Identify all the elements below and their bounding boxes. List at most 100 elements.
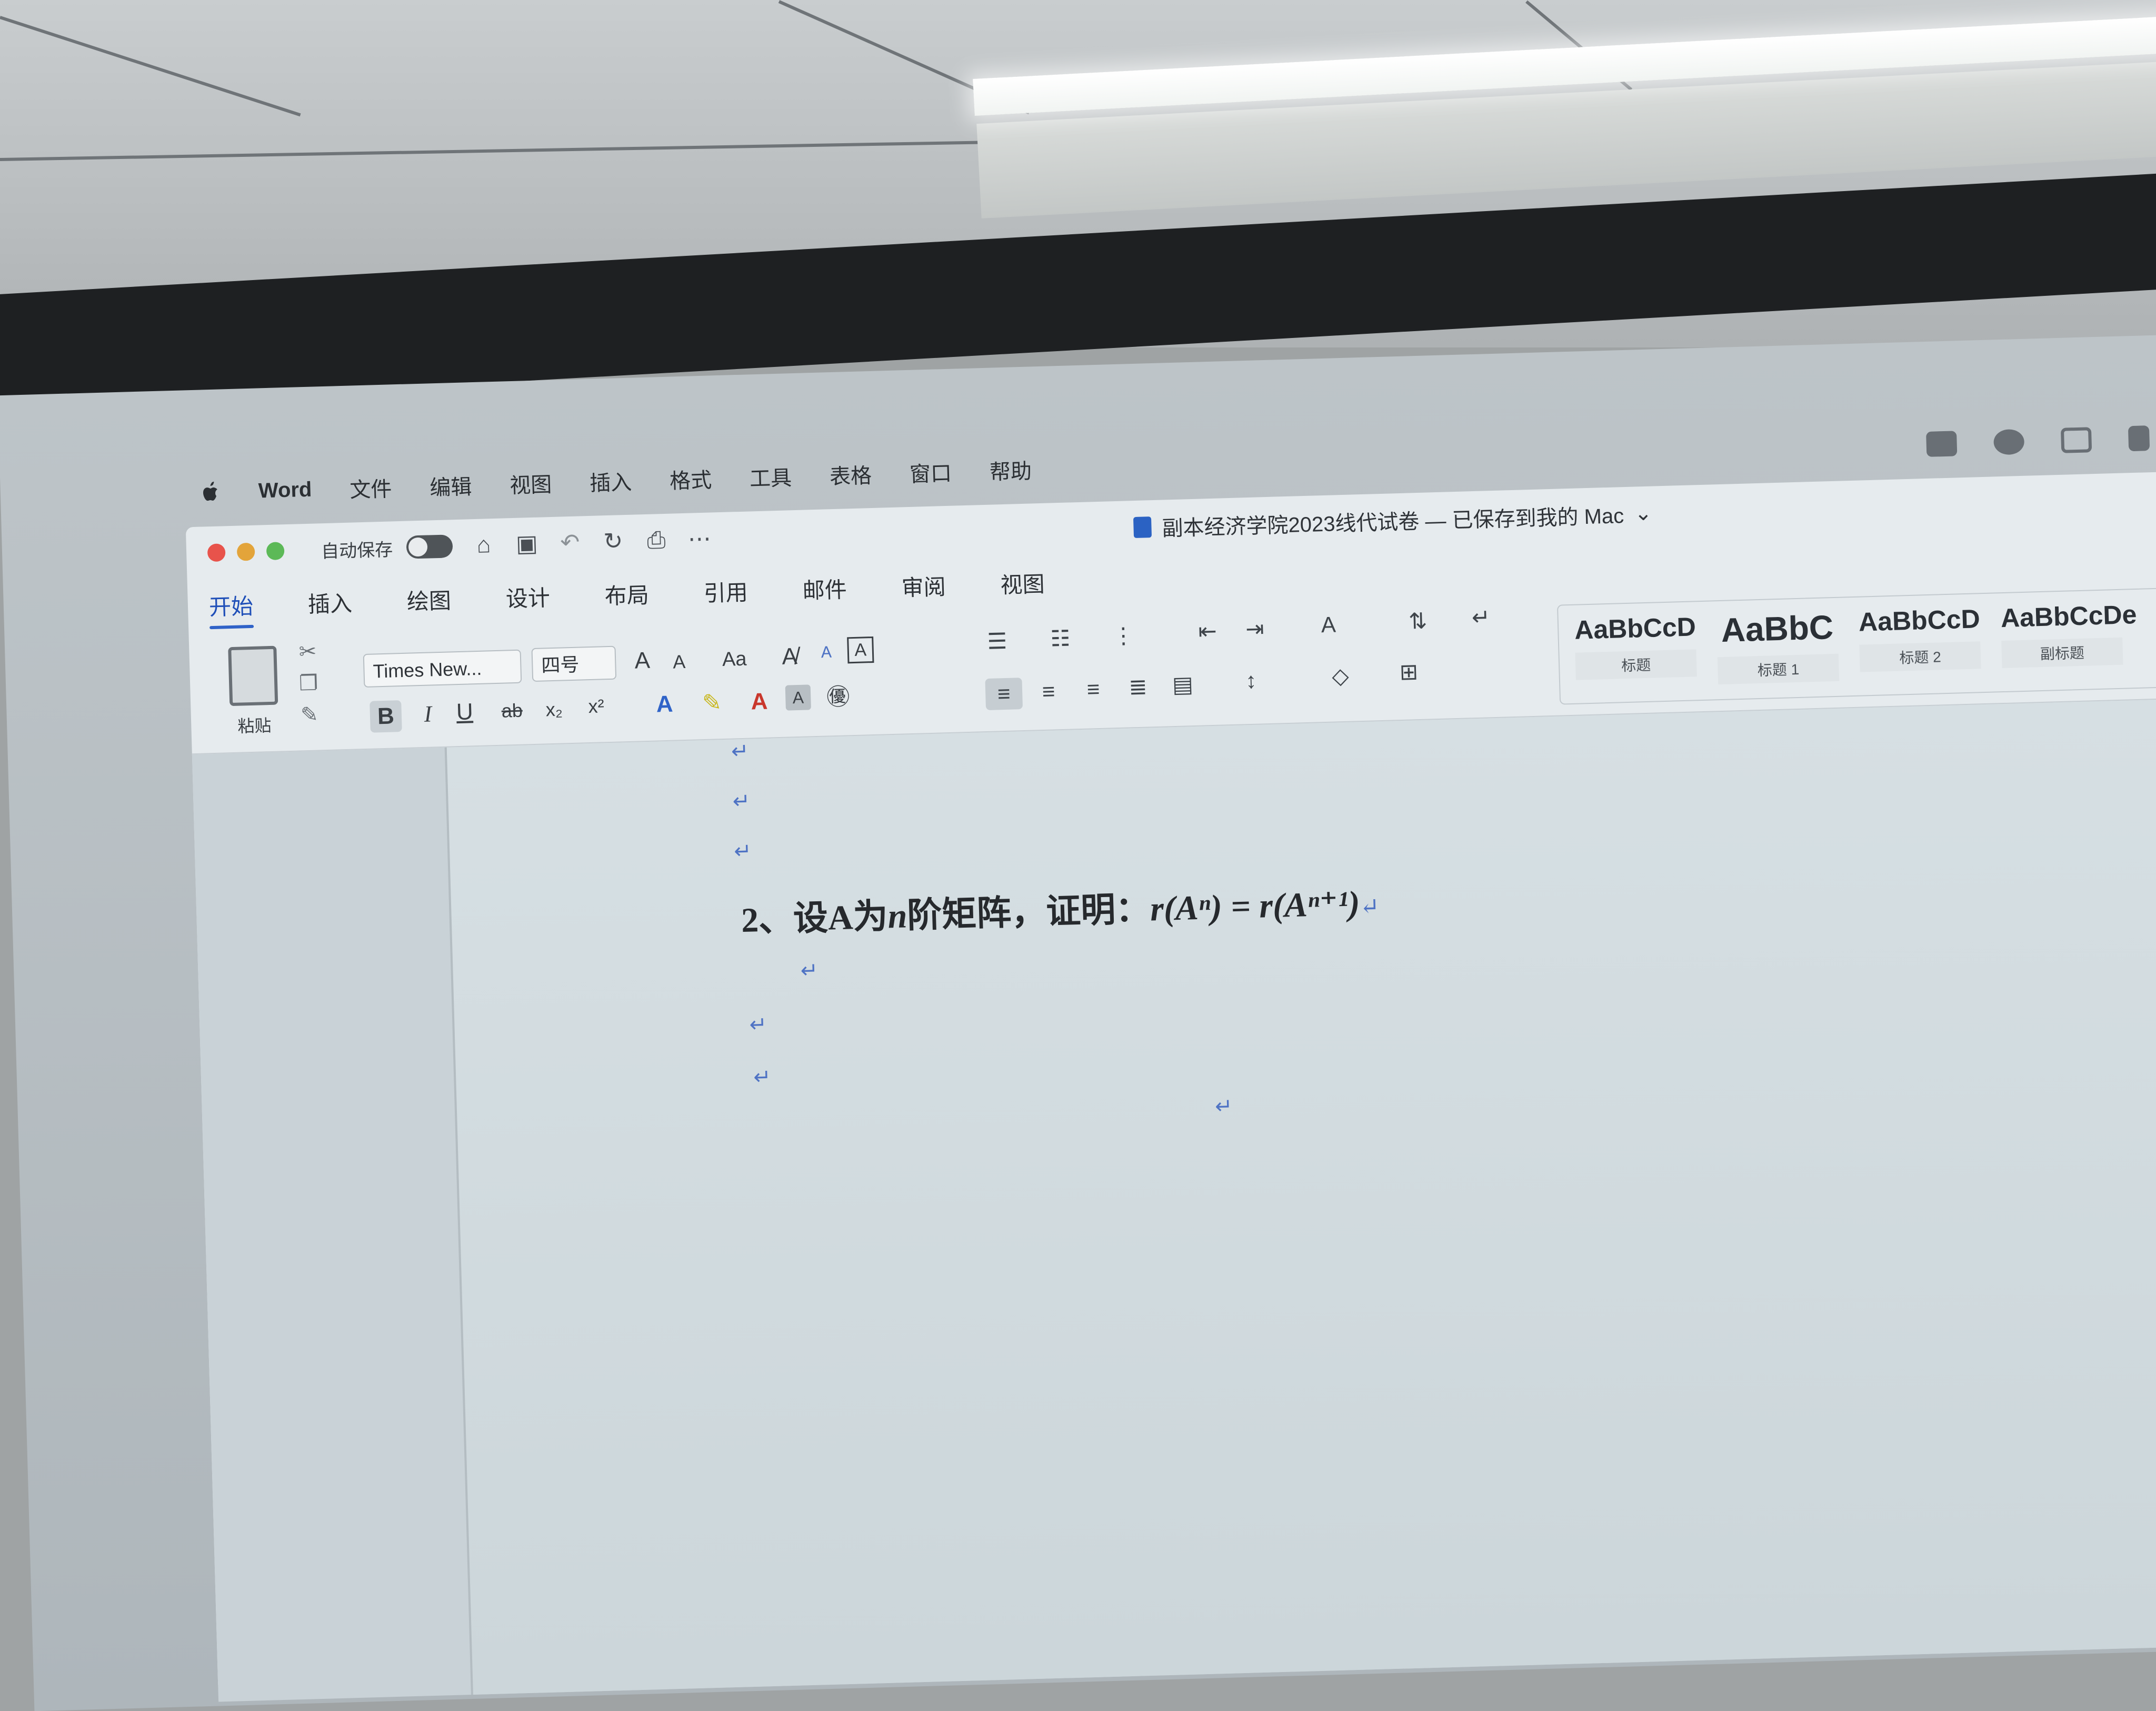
redo-icon[interactable]: ↻	[601, 528, 625, 554]
bullets-icon[interactable]: ☰	[979, 625, 1016, 658]
style-subtitle[interactable]: AaBbCcDe 副标题	[2000, 599, 2138, 682]
character-border-icon[interactable]: A	[847, 636, 874, 664]
style-heading-2[interactable]: AaBbCcD 标题 2	[1858, 603, 1981, 685]
menu-format[interactable]: 格式	[669, 463, 712, 494]
menu-tools[interactable]: 工具	[749, 461, 792, 492]
borders-icon[interactable]: ⊞	[1390, 656, 1428, 689]
change-case-button[interactable]: Aa	[710, 643, 758, 675]
document-title-text: 副本经济学院2023线代试卷 — 已保存到我的 Mac	[1162, 504, 1624, 541]
phonetic-guide-icon[interactable]: ᴬ	[810, 640, 843, 672]
dropbox-icon[interactable]	[2060, 427, 2092, 453]
menu-app-name[interactable]: Word	[258, 478, 312, 503]
save-icon[interactable]: ▣	[514, 531, 539, 557]
question-variable: n	[887, 897, 908, 936]
paragraph-mark: ↵	[753, 1065, 772, 1089]
style-sample: AaBbCcD	[1858, 604, 1981, 637]
paragraph-mark: ↵	[1359, 893, 1380, 920]
align-right-icon[interactable]: ≡	[1074, 673, 1112, 705]
sort-icon[interactable]: ⇅	[1399, 605, 1437, 638]
font-size-select[interactable]: 四号	[531, 645, 617, 682]
question-middle: 阶矩阵，证明：	[906, 890, 1151, 936]
grow-font-button[interactable]: A	[626, 644, 658, 677]
tab-design[interactable]: 设计	[505, 580, 551, 613]
font-size-value: 四号	[541, 653, 580, 677]
close-window-button[interactable]	[207, 543, 226, 562]
copy-icon[interactable]: ❐	[295, 671, 322, 698]
character-shading-icon[interactable]: A	[785, 684, 811, 711]
show-marks-icon[interactable]: ↵	[1462, 601, 1500, 634]
increase-indent-icon[interactable]: ⇥	[1236, 613, 1274, 645]
asian-layout-icon[interactable]: A	[1310, 609, 1348, 641]
format-painter-icon[interactable]: ✎	[296, 702, 323, 729]
document-title[interactable]: 副本经济学院2023线代试卷 — 已保存到我的 Mac ⌄	[1133, 498, 1653, 543]
style-name: 标题 1	[1717, 653, 1840, 685]
font-name-select[interactable]: Times New...	[363, 649, 522, 688]
tab-insert[interactable]: 插入	[307, 585, 353, 619]
cut-icon[interactable]: ✂	[294, 639, 321, 666]
distributed-icon[interactable]: ▤	[1164, 669, 1202, 701]
text-effects-icon[interactable]: A	[648, 688, 681, 721]
tab-layout[interactable]: 布局	[604, 577, 650, 610]
style-title[interactable]: AaBbCcD 标题	[1574, 611, 1697, 693]
font-color-icon[interactable]: A	[743, 685, 776, 718]
highlight-icon[interactable]: ✎	[696, 687, 728, 720]
clipboard-icon[interactable]	[2128, 425, 2150, 452]
menu-table[interactable]: 表格	[829, 459, 872, 490]
menu-file[interactable]: 文件	[350, 472, 393, 503]
tab-review[interactable]: 审阅	[901, 569, 946, 602]
enclose-characters-icon[interactable]: ㊝	[822, 681, 855, 714]
paragraph-mark: ↵	[732, 789, 751, 813]
multilevel-list-icon[interactable]: ⋮	[1104, 620, 1142, 652]
minimize-window-button[interactable]	[236, 542, 255, 561]
word-doc-icon	[1133, 516, 1152, 539]
style-sample: AaBbCcD	[1574, 612, 1696, 645]
strikethrough-button[interactable]: ab	[496, 694, 528, 727]
undo-icon[interactable]: ↶	[557, 529, 582, 555]
justify-icon[interactable]: ≣	[1119, 671, 1157, 703]
line-spacing-icon[interactable]: ↕	[1232, 664, 1270, 697]
align-center-icon[interactable]: ≡	[1030, 675, 1067, 708]
zoom-window-button[interactable]	[266, 542, 285, 561]
align-left-icon[interactable]: ≡	[985, 678, 1023, 711]
menu-view[interactable]: 视图	[509, 467, 552, 499]
superscript-button[interactable]: x²	[580, 690, 613, 723]
screen: Word 文件 编辑 视图 插入 格式 工具 表格 窗口 帮助 ⌕ 搜索 自动保…	[0, 0, 2156, 1711]
menu-edit[interactable]: 编辑	[429, 470, 472, 501]
paragraph-mark: ↵	[800, 959, 819, 983]
tab-mailings[interactable]: 邮件	[802, 572, 847, 605]
question-text[interactable]: 2、设A为n阶矩阵，证明：r(Aⁿ) = r(Aⁿ⁺¹)↵	[741, 874, 1380, 942]
creative-cloud-icon[interactable]	[1993, 429, 2025, 455]
style-heading-1[interactable]: AaBbC 标题 1	[1716, 608, 1840, 690]
word-status-icon[interactable]	[1926, 431, 1958, 457]
tab-references[interactable]: 引用	[703, 574, 748, 608]
document-page[interactable]: ↵ ↵ ↵ 2、设A为n阶矩阵，证明：r(Aⁿ) = r(Aⁿ⁺¹)↵ ↵ ↵ …	[444, 695, 2156, 1695]
paste-button[interactable]: 粘贴	[210, 645, 297, 738]
clear-formatting-icon[interactable]: A̸	[773, 641, 806, 673]
paragraph-mark: ↵	[733, 839, 752, 863]
tab-draw[interactable]: 绘图	[406, 583, 452, 616]
underline-button[interactable]: U	[448, 696, 481, 729]
shrink-font-button[interactable]: A	[663, 645, 695, 678]
subscript-button[interactable]: x₂	[538, 693, 571, 726]
style-name: 副标题	[2001, 637, 2123, 669]
style-name: 标题 2	[1859, 641, 1981, 672]
style-name: 标题	[1575, 649, 1697, 680]
bold-button[interactable]: B	[370, 700, 402, 733]
apple-icon[interactable]	[200, 480, 222, 504]
autosave-toggle[interactable]	[406, 534, 453, 559]
tab-view[interactable]: 视图	[1000, 566, 1045, 599]
menu-insert[interactable]: 插入	[589, 465, 632, 497]
home-icon[interactable]: ⌂	[471, 532, 496, 558]
paragraph-mark: ↵	[1214, 1095, 1233, 1119]
style-sample: AaBbCcDe	[2000, 599, 2138, 633]
more-icon[interactable]: ⋯	[687, 526, 712, 552]
menu-help[interactable]: 帮助	[989, 454, 1032, 485]
decrease-indent-icon[interactable]: ⇤	[1189, 615, 1226, 648]
shading-icon[interactable]: ◇	[1322, 660, 1360, 692]
numbering-icon[interactable]: ☷	[1042, 622, 1080, 655]
print-icon[interactable]: ⎙	[644, 527, 668, 553]
tab-home[interactable]: 开始	[208, 588, 254, 621]
italic-button[interactable]: I	[412, 698, 444, 731]
font-name-value: Times New...	[373, 657, 482, 682]
menu-window[interactable]: 窗口	[909, 456, 952, 488]
